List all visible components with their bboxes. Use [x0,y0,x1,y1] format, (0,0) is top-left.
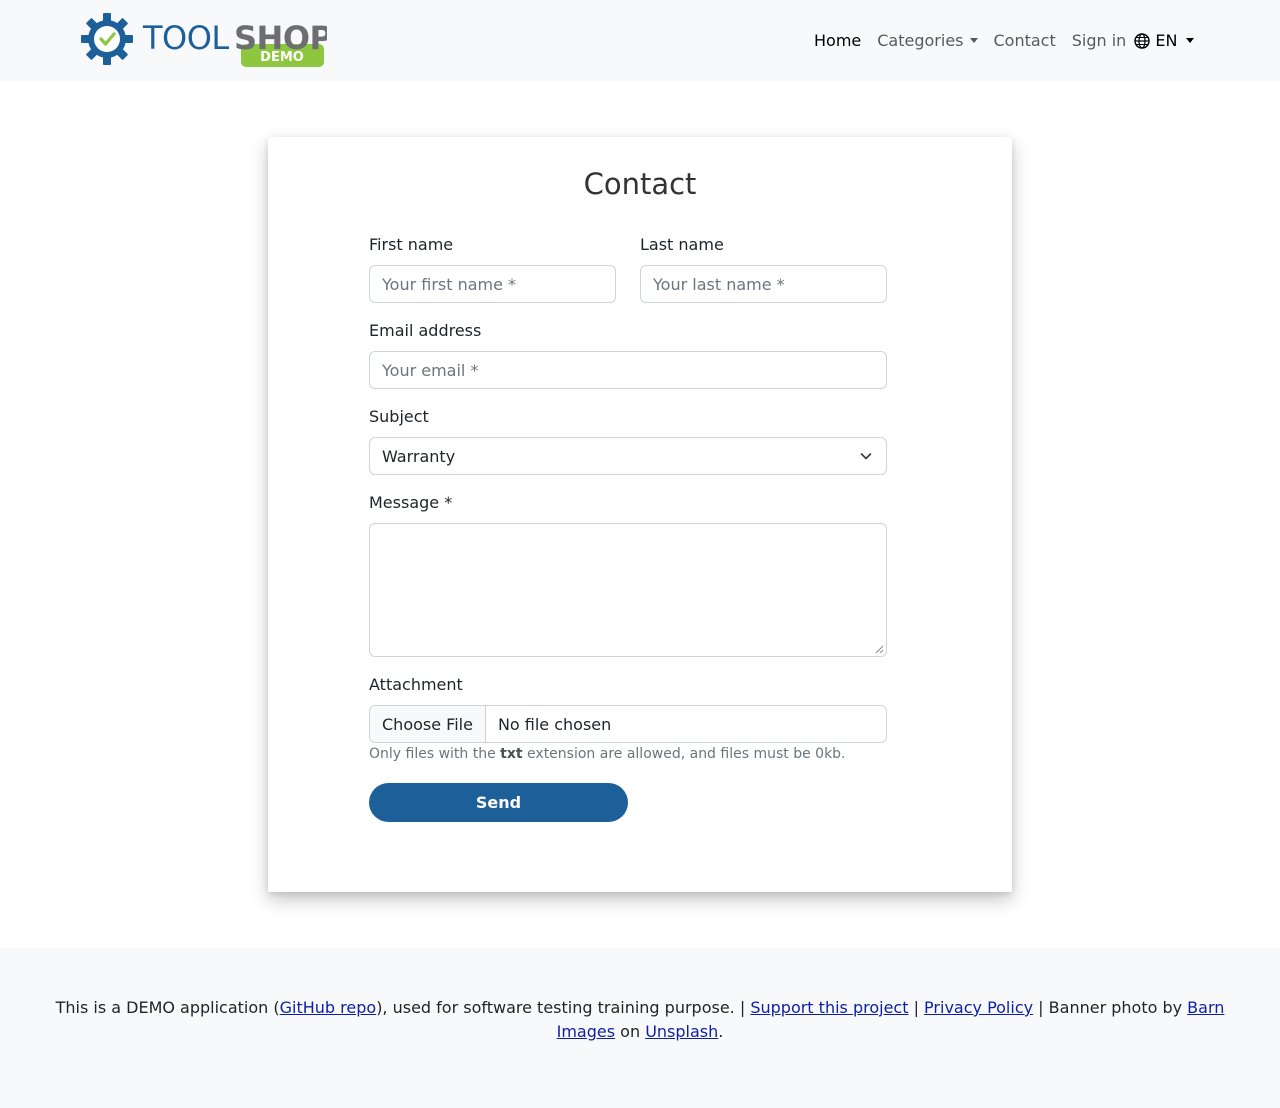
send-button[interactable]: Send [369,783,628,822]
choose-file-button[interactable]: Choose File [370,706,486,742]
message-textarea[interactable] [369,523,887,657]
attachment-file-input[interactable]: Choose File No file chosen [369,705,887,743]
footer-text-6: . [718,1022,724,1041]
first-name-input[interactable] [369,265,616,303]
language-dropdown[interactable]: EN [1134,23,1195,58]
caret-down-icon [969,38,978,43]
attachment-help-text: Only files with the txt extension are al… [369,746,846,762]
attachment-label: Attachment [369,675,463,694]
subject-selected-value: Warranty [382,446,456,466]
last-name-label: Last name [640,235,724,254]
logo-text-shop: SHOP [234,19,327,57]
first-name-label: First name [369,235,454,254]
globe-icon [1134,32,1151,49]
email-input[interactable] [369,351,887,389]
footer-text-3: | [908,998,925,1017]
message-label: Message * [369,493,453,512]
subject-label: Subject [369,407,429,426]
file-status-text: No file chosen [497,714,612,734]
page-title: Contact [583,167,697,201]
nav-menu: Home Categories Contact Sign in EN [806,0,1195,81]
page-footer: This is a DEMO application (GitHub repo)… [0,948,1280,1108]
unsplash-link[interactable]: Unsplash [645,1022,718,1041]
resize-handle-icon[interactable] [875,645,884,654]
caret-down-icon [1186,38,1195,43]
contact-form-card: Contact First name Last name Email addre… [268,137,1012,892]
privacy-policy-link[interactable]: Privacy Policy [924,998,1033,1017]
footer-text-4: | Banner photo by [1033,998,1188,1017]
nav-sign-in-link[interactable]: Sign in [1064,23,1135,58]
support-project-link[interactable]: Support this project [750,998,908,1017]
footer-text-5: on [615,1022,646,1041]
toolshop-logo[interactable]: DEMO TOOL SHOP [81,12,333,70]
subject-select[interactable]: Warranty [369,437,887,475]
language-label: EN [1155,31,1178,50]
footer-text: This is a DEMO application (GitHub repo)… [40,996,1240,1044]
help-extension: txt [500,746,523,762]
help-prefix: Only files with the [369,746,501,762]
footer-text-1: This is a DEMO application ( [55,998,280,1017]
last-name-input[interactable] [640,265,887,303]
nav-categories-dropdown[interactable]: Categories [869,23,985,58]
nav-contact-link[interactable]: Contact [986,23,1064,58]
help-suffix: extension are allowed, and files must be… [522,746,846,762]
gear-check-logo-icon: DEMO TOOL SHOP [81,13,333,67]
github-repo-link[interactable]: GitHub repo [280,998,377,1017]
email-label: Email address [369,321,482,340]
nav-home-link[interactable]: Home [806,23,869,58]
nav-categories-label: Categories [877,31,964,50]
logo-text-tool: TOOL [142,19,229,57]
chevron-down-icon [860,453,872,460]
top-navbar: DEMO TOOL SHOP Home Categories Contact S… [0,0,1280,81]
footer-text-2: ), used for software testing training pu… [376,998,751,1017]
